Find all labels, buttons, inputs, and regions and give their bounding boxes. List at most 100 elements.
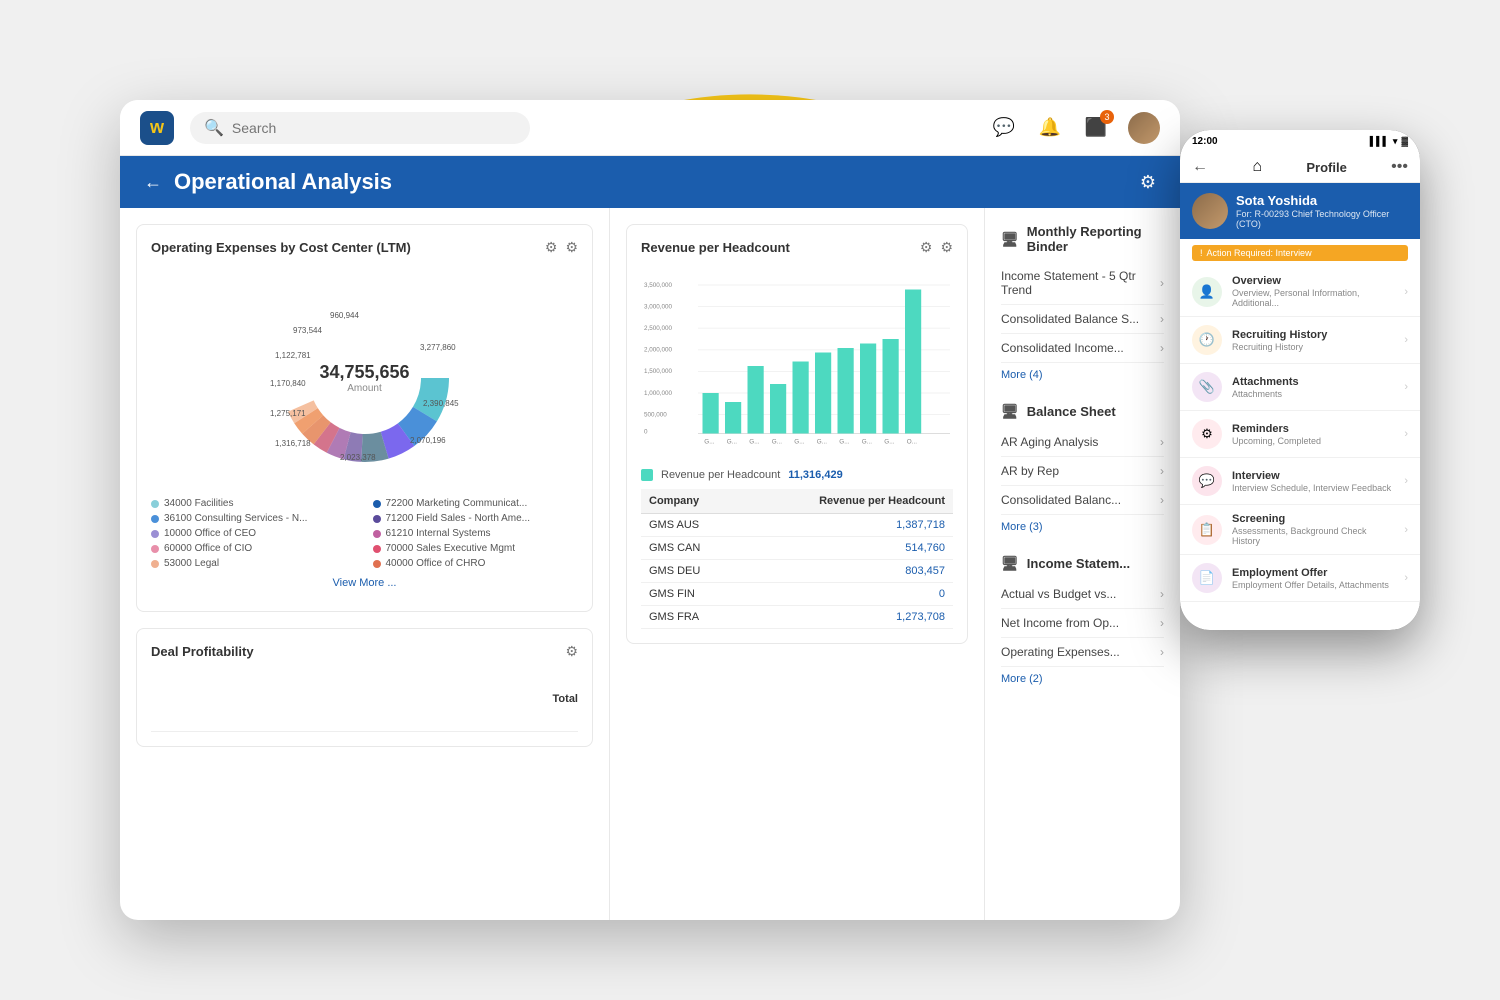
- legend-item: 61210 Internal Systems: [373, 528, 579, 539]
- binder-item[interactable]: Net Income from Op... ›: [1001, 609, 1164, 638]
- filter-icon-2[interactable]: ⚙: [920, 239, 933, 256]
- chevron-icon: ›: [1160, 645, 1164, 659]
- phone-interview-item[interactable]: 💬 Interview Interview Schedule, Intervie…: [1180, 458, 1420, 505]
- search-bar[interactable]: 🔍: [190, 112, 530, 144]
- svg-text:G...: G...: [772, 438, 782, 445]
- bell-icon[interactable]: 🔔: [1036, 114, 1064, 142]
- stat-value: 11,316,429: [788, 469, 842, 481]
- phone-menu-text: Employment Offer Employment Offer Detail…: [1232, 567, 1394, 590]
- binder-item[interactable]: Consolidated Income... ›: [1001, 334, 1164, 363]
- donut-chart-container: 3,277,860 2,390,845 2,070,196 2,023,378 …: [151, 268, 578, 488]
- legend-item: 72200 Marketing Communicat...: [373, 498, 579, 509]
- legend-item: 36100 Consulting Services - N...: [151, 513, 357, 524]
- profile-banner: Sota Yoshida For: R-00293 Chief Technolo…: [1180, 183, 1420, 239]
- svg-text:973,544: 973,544: [293, 326, 322, 335]
- income-statement-section: 🖥 Income Statem... Actual vs Budget vs..…: [1001, 555, 1164, 691]
- svg-text:G...: G...: [862, 438, 872, 445]
- monthly-reporting-section: 🖥 Monthly Reporting Binder Income Statem…: [1001, 224, 1164, 387]
- binder-item[interactable]: Operating Expenses... ›: [1001, 638, 1164, 667]
- legend-dot: [373, 545, 381, 553]
- phone-screening-item[interactable]: 📋 Screening Assessments, Background Chec…: [1180, 505, 1420, 555]
- phone-back-button[interactable]: ←: [1192, 158, 1208, 176]
- phone-employment-offer-item[interactable]: 📄 Employment Offer Employment Offer Deta…: [1180, 555, 1420, 602]
- revenue-headcount-actions: ⚙ ⚙: [920, 239, 953, 256]
- more-link[interactable]: More (4): [1001, 363, 1164, 387]
- svg-text:3,500,000: 3,500,000: [644, 282, 673, 289]
- binder-item[interactable]: AR by Rep ›: [1001, 457, 1164, 486]
- phone-overview-item[interactable]: 👤 Overview Overview, Personal Informatio…: [1180, 267, 1420, 317]
- action-required-banner[interactable]: ! Action Required: Interview: [1192, 245, 1408, 261]
- user-avatar[interactable]: [1128, 112, 1160, 144]
- search-input[interactable]: [232, 120, 516, 136]
- binder-item[interactable]: Consolidated Balance S... ›: [1001, 305, 1164, 334]
- mobile-phone: 12:00 ▌▌▌ ▾ ▓ ← ⌂ Profile ••• Sota Yoshi…: [1180, 130, 1420, 630]
- view-more-link[interactable]: View More ...: [151, 569, 578, 597]
- status-time: 12:00: [1192, 136, 1218, 147]
- svg-text:1,000,000: 1,000,000: [644, 390, 673, 397]
- binder-item-label: Consolidated Balance S...: [1001, 312, 1139, 326]
- binder-section-header: 🖥 Monthly Reporting Binder: [1001, 224, 1164, 254]
- phone-nav-bar: ← ⌂ Profile •••: [1180, 152, 1420, 183]
- phone-home-icon[interactable]: ⌂: [1252, 158, 1262, 176]
- settings-icon-2[interactable]: ⚙: [940, 239, 953, 256]
- settings-icon[interactable]: ⚙: [1140, 172, 1156, 193]
- svg-text:0: 0: [644, 429, 648, 436]
- phone-menu-text: Interview Interview Schedule, Interview …: [1232, 470, 1394, 493]
- svg-text:O...: O...: [907, 438, 917, 445]
- more-link[interactable]: More (2): [1001, 667, 1164, 691]
- operating-expenses-widget: Operating Expenses by Cost Center (LTM) …: [136, 224, 593, 612]
- svg-text:3,277,860: 3,277,860: [420, 343, 456, 352]
- svg-text:1,122,781: 1,122,781: [275, 351, 311, 360]
- phone-nav-title: Profile: [1306, 160, 1346, 175]
- chevron-icon: ›: [1160, 312, 1164, 326]
- binder-section-header: 🖥 Balance Sheet: [1001, 403, 1164, 420]
- bar-6: [815, 353, 831, 434]
- binder-item-label: AR Aging Analysis: [1001, 435, 1098, 449]
- menu-item-sub: Interview Schedule, Interview Feedback: [1232, 483, 1394, 493]
- legend-box: [641, 469, 653, 481]
- bar-3: [748, 366, 764, 434]
- revenue-headcount-title: Revenue per Headcount: [641, 240, 790, 255]
- svg-text:1,275,171: 1,275,171: [270, 409, 306, 418]
- binder-item[interactable]: Actual vs Budget vs... ›: [1001, 580, 1164, 609]
- recruiting-history-icon: 🕐: [1192, 325, 1222, 355]
- binder-item-label: Consolidated Balanc...: [1001, 493, 1121, 507]
- phone-attachments-item[interactable]: 📎 Attachments Attachments ›: [1180, 364, 1420, 411]
- tablet-device: w 🔍 💬 🔔 ⬛ 3 ← Operational Analysis ⚙: [120, 100, 1180, 920]
- phone-more-menu[interactable]: •••: [1391, 158, 1408, 176]
- binder-title: Balance Sheet: [1027, 404, 1116, 419]
- screening-icon: 📋: [1192, 515, 1222, 545]
- binder-icon: 🖥: [1001, 403, 1019, 420]
- more-link[interactable]: More (3): [1001, 515, 1164, 539]
- deal-settings-icon[interactable]: ⚙: [565, 643, 578, 660]
- svg-text:500,000: 500,000: [644, 411, 667, 418]
- binder-item[interactable]: AR Aging Analysis ›: [1001, 428, 1164, 457]
- back-button[interactable]: ←: [144, 172, 162, 193]
- signal-icon: ▌▌▌: [1370, 136, 1389, 146]
- bar-chart-container: 3,500,000 3,000,000 2,500,000 2,000,000 …: [641, 268, 953, 469]
- chevron-icon: ›: [1160, 341, 1164, 355]
- stat-row: Revenue per Headcount 11,316,429: [641, 469, 953, 481]
- svg-text:G...: G...: [817, 438, 827, 445]
- inbox-icon[interactable]: ⬛ 3: [1082, 114, 1110, 142]
- menu-item-sub: Recruiting History: [1232, 342, 1394, 352]
- legend-label: 53000 Legal: [164, 558, 219, 569]
- binder-icon: 🖥: [1001, 231, 1019, 248]
- phone-recruiting-history-item[interactable]: 🕐 Recruiting History Recruiting History …: [1180, 317, 1420, 364]
- filter-icon[interactable]: ⚙: [545, 239, 558, 256]
- svg-text:3,000,000: 3,000,000: [644, 303, 673, 310]
- binder-item[interactable]: Consolidated Balanc... ›: [1001, 486, 1164, 515]
- menu-item-title: Employment Offer: [1232, 567, 1394, 579]
- svg-text:1,500,000: 1,500,000: [644, 368, 673, 375]
- settings-widget-icon[interactable]: ⚙: [565, 239, 578, 256]
- binder-item[interactable]: Income Statement - 5 Qtr Trend ›: [1001, 262, 1164, 305]
- value-cell: 1,387,718: [741, 514, 953, 537]
- table-row: GMS CAN 514,760: [641, 537, 953, 560]
- deal-profitability-widget: Deal Profitability ⚙ Total: [136, 628, 593, 747]
- phone-reminders-item[interactable]: ⚙ Reminders Upcoming, Completed ›: [1180, 411, 1420, 458]
- binder-section-header: 🖥 Income Statem...: [1001, 555, 1164, 572]
- svg-text:G...: G...: [839, 438, 849, 445]
- chat-icon[interactable]: 💬: [990, 114, 1018, 142]
- legend-label: 71200 Field Sales - North Ame...: [386, 513, 531, 524]
- legend-label: 60000 Office of CIO: [164, 543, 252, 554]
